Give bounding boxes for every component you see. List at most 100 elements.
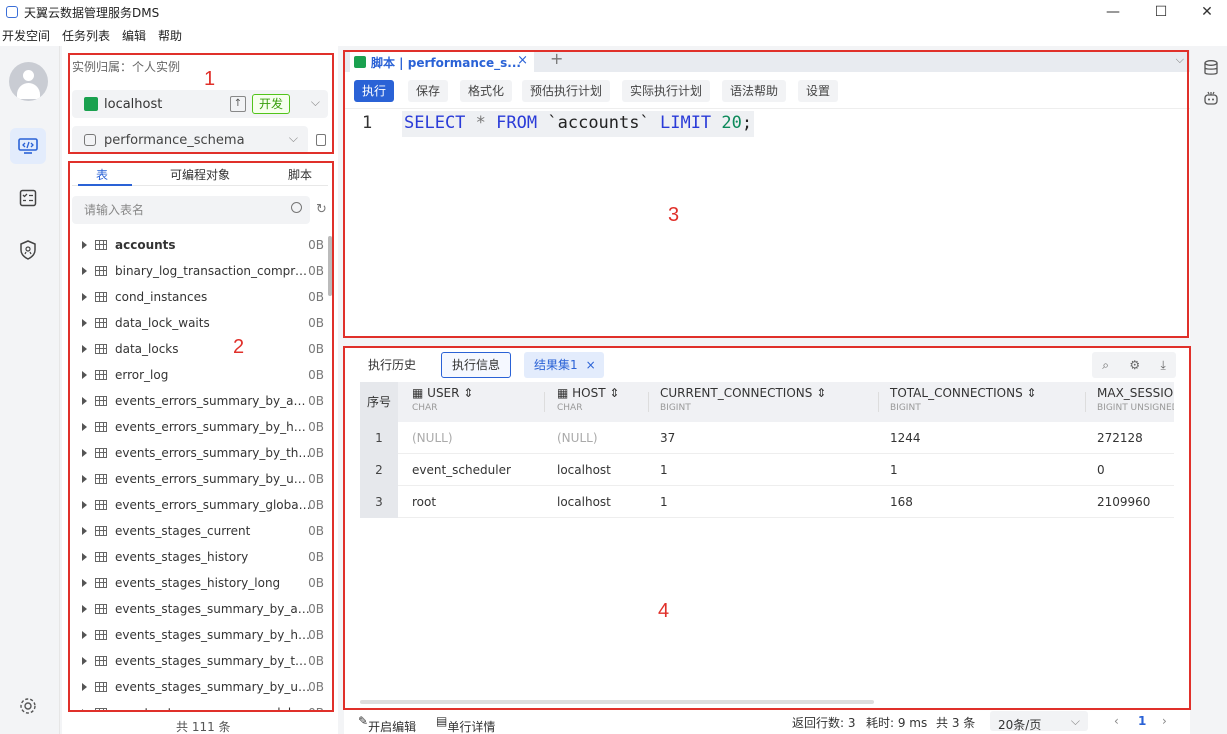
menu-dev-space[interactable]: 开发空间 [2,27,50,44]
table-list-item[interactable]: events_stages_summary_by_host_by_event_n… [72,622,324,648]
sql-console-icon[interactable] [10,128,46,164]
table-list-scrollbar[interactable] [328,236,332,296]
row-detail-button[interactable]: ▤ 单行详情 [436,714,495,734]
connection-selector[interactable]: localhost ↑ 开发 ⌵ [72,90,328,118]
table-list-item[interactable]: cond_instances 0B [72,284,324,310]
expand-caret-icon[interactable] [82,475,87,483]
expand-caret-icon[interactable] [82,527,87,535]
grid-cell[interactable]: 1 [890,454,898,486]
expand-caret-icon[interactable] [82,241,87,249]
expand-caret-icon[interactable] [82,683,87,691]
current-page[interactable]: 1 [1138,714,1146,728]
avatar[interactable] [9,62,48,101]
expand-caret-icon[interactable] [82,371,87,379]
column-header-current-connections[interactable]: CURRENT_CONNECTIONS ⇕ BIGINT [660,386,826,413]
minimize-button[interactable]: — [1090,0,1136,24]
grid-cell[interactable]: (NULL) [557,422,598,454]
column-header-total-connections[interactable]: TOTAL_CONNECTIONS ⇕ BIGINT [890,386,1037,413]
expand-caret-icon[interactable] [82,449,87,457]
settings-button[interactable]: 设置 [798,80,839,102]
expand-caret-icon[interactable] [82,579,87,587]
table-list-item[interactable]: events_stages_history 0B [72,544,324,570]
table-list-item[interactable]: events_stages_summary_by_account_by_even… [72,596,324,622]
refresh-icon[interactable]: ↻ [316,202,327,217]
execute-button[interactable]: 执行 [354,80,395,102]
grid-cell[interactable]: 1244 [890,422,921,454]
menu-help[interactable]: 帮助 [158,27,182,44]
expand-caret-icon[interactable] [82,397,87,405]
grid-cell[interactable]: 0 [1097,454,1105,486]
database-selector[interactable]: performance_schema ⌵ [72,126,308,154]
code-area[interactable]: 1 SELECT * FROM `accounts` LIMIT 20; [344,108,1190,338]
chevron-down-icon[interactable]: ⌵ [289,131,298,146]
grid-cell[interactable]: event_scheduler [412,454,511,486]
table-list-item[interactable]: events_errors_summary_global_by_error0B [72,492,324,518]
table-list-item[interactable]: data_locks 0B [72,336,324,362]
estimate-plan-button[interactable]: 预估执行计划 [522,80,611,102]
settings-gear-icon[interactable] [10,688,46,724]
grid-cell[interactable]: localhost [557,454,611,486]
tab-tables[interactable]: 表 [96,166,108,183]
next-page-button[interactable]: › [1162,714,1167,728]
expand-caret-icon[interactable] [82,553,87,561]
table-row[interactable]: 3 root localhost 1 168 2109960 [360,486,1174,518]
maximize-button[interactable]: ☐ [1138,0,1184,24]
tab-result-set-1[interactable]: 结果集1 × [524,352,604,378]
expand-caret-icon[interactable] [82,501,87,509]
close-tab-icon[interactable]: × [517,53,528,68]
chevron-down-icon[interactable]: ⌵ [311,95,320,110]
table-list-item[interactable]: events_errors_summary_by_thread_by_error… [72,440,324,466]
table-list-item[interactable]: events_stages_summary_global_by_event_na… [72,700,324,710]
tab-exec-info[interactable]: 执行信息 [441,352,512,378]
expand-caret-icon[interactable] [82,345,87,353]
grid-cell[interactable]: 1 [660,454,668,486]
tab-scripts[interactable]: 脚本 [288,166,312,183]
copy-icon[interactable] [316,134,326,146]
editor-tab-script[interactable]: 脚本 | performance_s... × [350,52,534,72]
prev-page-button[interactable]: ‹ [1114,714,1119,728]
close-button[interactable]: ✕ [1184,0,1227,24]
grid-cell[interactable]: (NULL) [412,422,453,454]
table-list-item[interactable]: data_lock_waits 0B [72,310,324,336]
table-list-item[interactable]: accounts 0B [72,232,324,258]
table-search-input[interactable] [72,196,272,224]
save-button[interactable]: 保存 [408,80,449,102]
table-list-item[interactable]: binary_log_transaction_compression_stats… [72,258,324,284]
expand-caret-icon[interactable] [82,657,87,665]
table-list-item[interactable]: events_stages_summary_by_user_by_event_n… [72,674,324,700]
table-list-item[interactable]: error_log 0B [72,362,324,388]
expand-caret-icon[interactable] [82,319,87,327]
grid-cell[interactable]: root [412,486,436,518]
grid-cell[interactable]: localhost [557,486,611,518]
grid-cell[interactable]: 37 [660,422,675,454]
sql-code-line[interactable]: SELECT * FROM `accounts` LIMIT 20; [402,111,755,137]
open-edit-button[interactable]: ✎ 开启编辑 [358,714,416,734]
grid-cell[interactable]: 1 [660,486,668,518]
task-list-icon[interactable] [10,180,46,216]
syntax-help-button[interactable]: 语法帮助 [722,80,787,102]
menu-edit[interactable]: 编辑 [122,27,146,44]
expand-caret-icon[interactable] [82,631,87,639]
table-list-item[interactable]: events_stages_summary_by_thread_by_event… [72,648,324,674]
table-row[interactable]: 2 event_scheduler localhost 1 1 0 [360,454,1174,486]
expand-caret-icon[interactable] [82,709,87,710]
grid-cell[interactable]: 2109960 [1097,486,1150,518]
table-list-item[interactable]: events_stages_history_long 0B [72,570,324,596]
tab-exec-history[interactable]: 执行历史 [358,352,426,378]
expand-caret-icon[interactable] [82,605,87,613]
add-tab-icon[interactable]: + [550,49,563,68]
actual-plan-button[interactable]: 实际执行计划 [622,80,711,102]
table-row[interactable]: 1 (NULL) (NULL) 37 1244 272128 [360,422,1174,454]
search-icon[interactable]: ⌕ [1102,358,1109,373]
menu-task-list[interactable]: 任务列表 [62,27,110,44]
search-icon[interactable] [291,202,302,213]
chevron-down-icon[interactable]: ⌵ [1176,53,1184,67]
security-shield-icon[interactable] [10,232,46,268]
expand-caret-icon[interactable] [82,267,87,275]
page-size-select[interactable]: 20条/页 ⌵ [990,711,1088,732]
grid-cell[interactable]: 272128 [1097,422,1143,454]
column-header-user[interactable]: ▦ USER ⇕ CHAR [412,386,473,413]
database-icon[interactable] [1204,60,1218,76]
table-list-item[interactable]: events_stages_current 0B [72,518,324,544]
download-icon[interactable]: ⤓ [1160,358,1165,373]
